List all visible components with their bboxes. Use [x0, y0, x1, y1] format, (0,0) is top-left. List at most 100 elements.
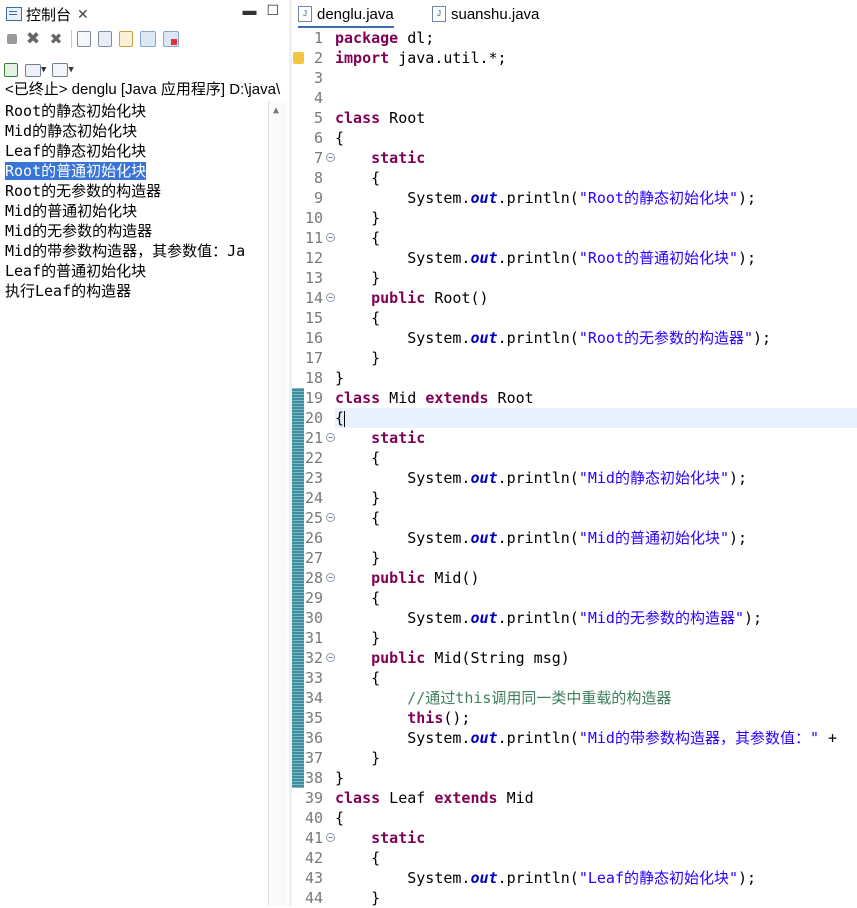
line-number-text: 22: [304, 449, 323, 467]
code-line: }: [335, 208, 857, 228]
code-token: Root(): [425, 289, 489, 307]
fold-toggle-icon[interactable]: −: [326, 653, 335, 662]
line-number-text: 14: [304, 289, 323, 307]
code-token: out: [470, 609, 498, 627]
code-line: static: [335, 148, 857, 168]
chevron-down-icon[interactable]: ▼: [68, 65, 73, 75]
console-scrollbar[interactable]: ▲: [268, 101, 287, 906]
show-on-stdout-icon[interactable]: [140, 31, 156, 47]
code-line: {: [335, 408, 857, 428]
minimize-icon[interactable]: ▬: [242, 2, 256, 19]
line-number: 5: [292, 108, 326, 128]
code-token: {: [335, 669, 381, 687]
line-number-text: 21: [304, 429, 323, 447]
line-number: 7−: [292, 148, 335, 168]
tab-suanshu-java[interactable]: J suanshu.java: [432, 2, 539, 26]
console-line: Mid的静态初始化块: [0, 121, 268, 141]
line-number: 23: [292, 468, 326, 488]
code-token: }: [335, 209, 381, 227]
tab-console[interactable]: 控制台 ✕: [2, 3, 93, 25]
fold-toggle-icon[interactable]: −: [326, 433, 335, 442]
code-line: System.out.println("Root的无参数的构造器");: [335, 328, 857, 348]
scroll-lock-icon[interactable]: [98, 31, 112, 47]
line-number: 42: [292, 848, 326, 868]
fold-toggle-icon[interactable]: −: [326, 513, 335, 522]
line-number: 34: [292, 688, 326, 708]
console-line-text: Mid的普通初始化块: [5, 202, 138, 220]
line-number-text: 6: [313, 129, 323, 147]
console-line-text: Mid的无参数的构造器: [5, 222, 153, 240]
code-line: static: [335, 828, 857, 848]
code-line: }: [335, 368, 857, 388]
show-on-stderr-icon[interactable]: [163, 31, 179, 47]
fold-toggle-icon[interactable]: −: [326, 293, 335, 302]
console-process-header: <已终止> denglu [Java 应用程序] D:\java\: [5, 81, 281, 98]
pin-console-icon[interactable]: [4, 63, 18, 77]
line-number-text: 9: [313, 189, 323, 207]
line-number: 38: [292, 768, 326, 788]
code-line: }: [335, 888, 857, 906]
tab-denglu-java[interactable]: J denglu.java: [298, 2, 394, 28]
line-number-text: 7: [313, 149, 323, 167]
code-line: class Root: [335, 108, 857, 128]
line-number: 28−: [292, 568, 335, 588]
console-toolbar-2: ▼ ▼: [0, 58, 293, 82]
code-token: dl;: [398, 29, 435, 47]
code-line: }: [335, 348, 857, 368]
console-line-text: Leaf的普通初始化块: [5, 262, 147, 280]
fold-toggle-icon[interactable]: −: [326, 573, 335, 582]
code-token: );: [738, 869, 757, 887]
line-number: 4: [292, 88, 326, 108]
line-number-text: 29: [304, 589, 323, 607]
code-token: out: [470, 189, 498, 207]
text-caret: [344, 410, 346, 427]
code-line: }: [335, 548, 857, 568]
scroll-up-icon[interactable]: ▲: [273, 105, 279, 116]
line-number: 13: [292, 268, 326, 288]
word-wrap-icon[interactable]: [119, 31, 133, 47]
open-console-icon[interactable]: [52, 63, 69, 77]
line-number-text: 26: [304, 529, 323, 547]
code-token: static: [371, 149, 426, 167]
code-token: "Root的无参数的构造器": [578, 329, 754, 347]
close-icon[interactable]: ✕: [77, 6, 89, 23]
fold-toggle-icon[interactable]: −: [326, 833, 335, 842]
fold-toggle-icon[interactable]: −: [326, 233, 335, 242]
code-token: System.: [335, 869, 471, 887]
code-text-area[interactable]: package dl; import java.util.*; class Root…: [335, 28, 857, 906]
code-token: public: [371, 649, 426, 667]
line-number: 16: [292, 328, 326, 348]
code-token: );: [744, 609, 763, 627]
fold-toggle-icon[interactable]: −: [326, 153, 335, 162]
console-line: Mid的普通初始化块: [0, 201, 268, 221]
line-number: 35: [292, 708, 326, 728]
line-number-text: 32: [304, 649, 323, 667]
code-line: System.out.println("Leaf的静态初始化块");: [335, 868, 857, 888]
terminate-icon[interactable]: [7, 34, 17, 44]
remove-launch-icon[interactable]: ✖: [25, 31, 41, 48]
code-token: System.: [335, 729, 471, 747]
code-line: System.out.println("Mid的静态初始化块");: [335, 468, 857, 488]
code-token: .println(: [497, 609, 579, 627]
code-token: Mid: [497, 789, 534, 807]
line-number-text: 33: [304, 669, 323, 687]
code-line: }: [335, 268, 857, 288]
console-output[interactable]: Root的静态初始化块 Mid的静态初始化块 Leaf的静态初始化块 Root的普通初…: [0, 101, 268, 906]
code-token: "Mid的静态初始化块": [578, 469, 729, 487]
remove-all-launches-icon[interactable]: ✖: [48, 31, 64, 47]
code-token: out: [470, 869, 498, 887]
maximize-icon[interactable]: ☐: [266, 2, 279, 19]
line-number-text: 19: [304, 389, 323, 407]
clear-console-icon[interactable]: [77, 31, 91, 47]
code-token: Mid(String msg): [425, 649, 570, 667]
chevron-down-icon[interactable]: ▼: [41, 65, 46, 75]
line-number: 11−: [292, 228, 335, 248]
line-number-text: 30: [304, 609, 323, 627]
display-selected-console-icon[interactable]: [25, 63, 41, 77]
code-line: import java.util.*;: [335, 48, 857, 68]
code-token: Root: [488, 389, 534, 407]
console-line: Root的普通初始化块: [0, 161, 268, 181]
